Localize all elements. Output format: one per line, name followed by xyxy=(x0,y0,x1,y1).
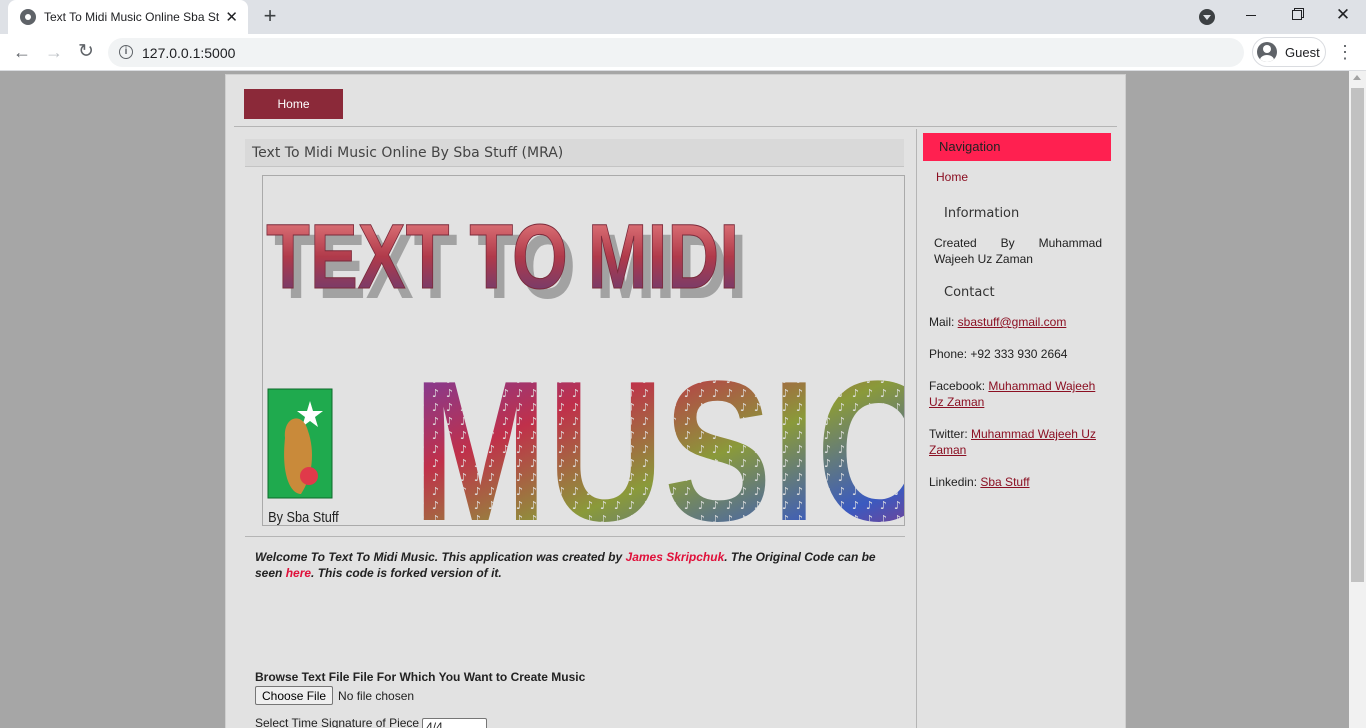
mail-label: Mail: xyxy=(929,315,958,329)
column-divider xyxy=(916,129,917,728)
scroll-thumb[interactable] xyxy=(1351,88,1364,582)
tab-title: Text To Midi Music Online Sba St xyxy=(44,10,220,24)
reload-icon[interactable]: ↻ xyxy=(74,40,98,64)
banner-music-notes-overlay: MUSIC xyxy=(413,340,904,525)
file-status: No file chosen xyxy=(338,688,415,703)
contact-facebook: Facebook: Muhammad Wajeeh Uz Zaman xyxy=(929,378,1104,410)
restore-button[interactable] xyxy=(1274,0,1320,30)
browser-tab[interactable]: Text To Midi Music Online Sba St ✕ xyxy=(8,0,248,34)
contact-phone: Phone: +92 333 930 2664 xyxy=(929,346,1104,362)
profile-button[interactable]: Guest xyxy=(1252,37,1326,67)
welcome-part3: . This code is forked version of it. xyxy=(311,566,502,580)
phone-label: Phone: xyxy=(929,347,971,361)
tab-search-icon[interactable] xyxy=(1199,9,1215,25)
url-text[interactable]: 127.0.0.1:5000 xyxy=(142,45,235,61)
linkedin-link[interactable]: Sba Stuff xyxy=(980,475,1029,489)
restore-icon xyxy=(1292,10,1302,20)
sidebar-contact-heading: Contact xyxy=(944,285,995,300)
time-signature-label: Select Time Signature of Piece xyxy=(255,716,420,728)
browser-tabstrip: Text To Midi Music Online Sba St ✕ + ✕ xyxy=(0,0,1366,34)
facebook-label: Facebook: xyxy=(929,379,989,393)
browse-label: Browse Text File File For Which You Want… xyxy=(255,670,586,684)
sidebar-information-text: Created By Muhammad Wajeeh Uz Zaman xyxy=(934,236,1102,266)
contact-linkedin: Linkedin: Sba Stuff xyxy=(929,474,1104,490)
minimize-icon xyxy=(1246,14,1256,16)
linkedin-label: Linkedin: xyxy=(929,475,981,489)
minimize-button[interactable] xyxy=(1228,0,1274,30)
info-icon[interactable]: i xyxy=(119,45,133,59)
new-tab-button[interactable]: + xyxy=(258,5,282,29)
original-code-link[interactable]: here xyxy=(286,566,311,580)
phone-value: +92 333 930 2664 xyxy=(970,347,1068,361)
mail-link[interactable]: sbastuff@gmail.com xyxy=(958,315,1067,329)
time-signature-select[interactable]: 4/4 xyxy=(422,718,488,728)
file-input: Choose File No file chosen xyxy=(255,686,414,705)
avatar-icon xyxy=(1257,42,1277,62)
content-divider xyxy=(245,536,905,537)
close-icon[interactable]: ✕ xyxy=(225,10,238,25)
author-link[interactable]: James Skripchuk xyxy=(626,550,725,564)
contact-mail: Mail: sbastuff@gmail.com xyxy=(929,314,1104,330)
time-signature-row: Select Time Signature of Piece 4/4 xyxy=(255,716,488,728)
forward-arrow-icon[interactable]: → xyxy=(42,40,66,64)
welcome-text: Welcome To Text To Midi Music. This appl… xyxy=(255,549,885,581)
sidebar-information-heading: Information xyxy=(944,206,1020,221)
back-arrow-icon[interactable]: ← xyxy=(10,40,34,64)
scroll-up-arrow-icon[interactable] xyxy=(1353,75,1361,80)
choose-file-button[interactable]: Choose File xyxy=(255,686,334,705)
page-scrollbar[interactable] xyxy=(1349,71,1366,728)
sidebar-item-home[interactable]: Home xyxy=(936,170,968,184)
welcome-part1: Welcome To Text To Midi Music. This appl… xyxy=(255,550,626,564)
sidebar-navigation-heading: Navigation xyxy=(923,133,1111,161)
profile-name: Guest xyxy=(1285,44,1320,60)
contact-twitter: Twitter: Muhammad Wajeeh Uz Zaman xyxy=(929,426,1104,458)
nav-home-button[interactable]: Home xyxy=(244,89,343,119)
banner-title: TEXT TO MIDI xyxy=(266,205,739,308)
globe-icon xyxy=(20,9,36,25)
banner-graphic: ♪ TEXT TO MIDI TEXT TO MIDI MUSIC MUSIC … xyxy=(266,205,904,525)
banner-image: ♪ TEXT TO MIDI TEXT TO MIDI MUSIC MUSIC … xyxy=(262,175,905,526)
window-close-button[interactable]: ✕ xyxy=(1320,0,1366,30)
address-bar[interactable]: i 127.0.0.1:5000 xyxy=(108,38,1244,67)
sba-stuff-logo xyxy=(267,388,333,499)
page-title: Text To Midi Music Online By Sba Stuff (… xyxy=(245,139,904,167)
header-divider xyxy=(234,126,1117,127)
twitter-label: Twitter: xyxy=(929,427,972,441)
site-container: Home Text To Midi Music Online By Sba St… xyxy=(225,74,1126,728)
logo-caption: By Sba Stuff xyxy=(268,508,339,525)
menu-kebab-icon[interactable]: ⋮ xyxy=(1336,40,1354,64)
browser-toolbar: ← → ↻ i 127.0.0.1:5000 Guest ⋮ xyxy=(0,34,1366,71)
